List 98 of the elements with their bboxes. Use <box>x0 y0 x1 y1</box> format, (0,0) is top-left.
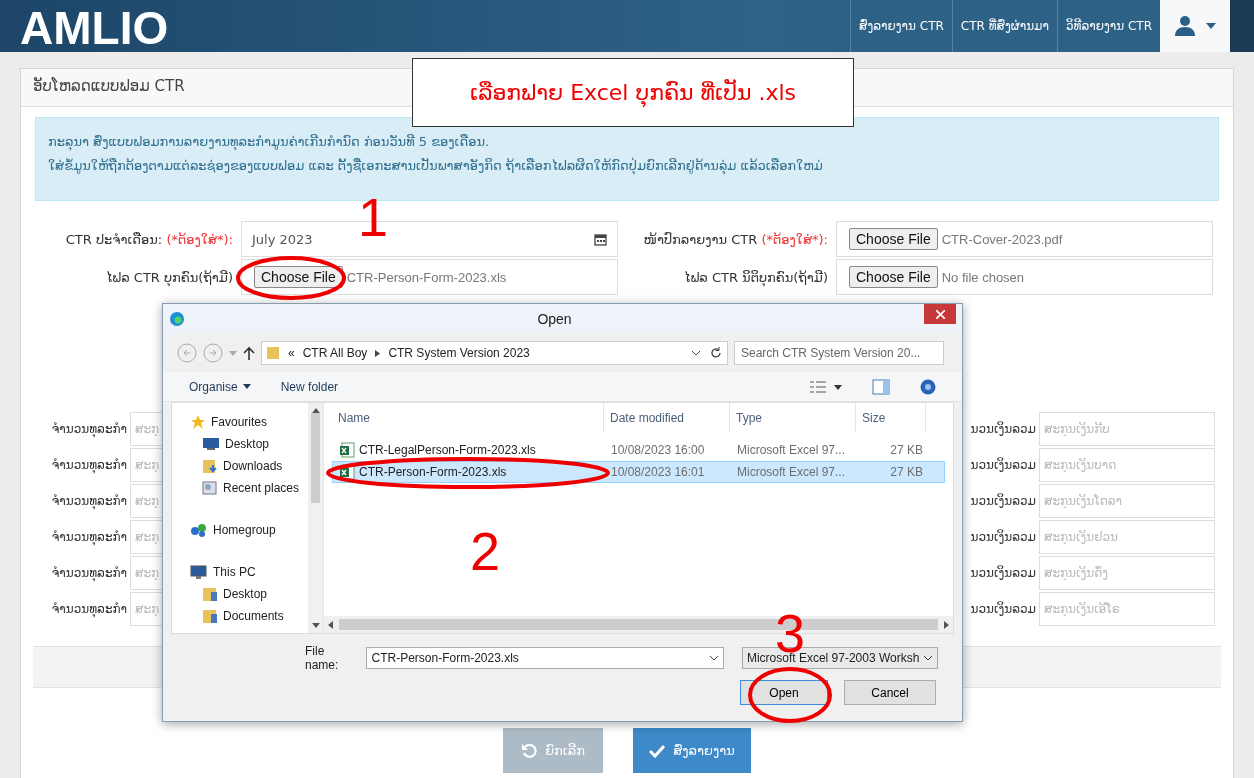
field-label: ໄຟລ CTR ບຸກຄົນ(ຖ້າມີ) <box>104 269 233 285</box>
chevron-down-icon <box>708 655 719 661</box>
file-row[interactable]: CTR-LegalPerson-Form-2023.xls 10/08/2023 16:00 Microsoft Excel 97... 27 KB <box>332 439 945 461</box>
chevron-down-icon <box>923 655 933 661</box>
nav-tree-item[interactable]: This PC <box>180 561 308 583</box>
vertical-scrollbar[interactable] <box>308 403 323 633</box>
search-field[interactable]: Search CTR System Version 20... <box>734 341 944 365</box>
file-name: CTR-Person-Form-2023.xls <box>346 269 507 285</box>
field-label: ນວນເງິນລວມ <box>969 529 1036 544</box>
size-cell-text: 27 KB <box>889 443 924 457</box>
choose-file-button[interactable]: Choose File <box>849 228 938 250</box>
cancel-button[interactable]: Cancel <box>844 680 936 705</box>
folder-icon <box>202 608 218 624</box>
breadcrumb-item[interactable]: CTR All Boy <box>302 346 368 360</box>
chevron-down-icon[interactable] <box>691 350 701 356</box>
field-label: CTR ປະຈຳເດືອນ: (*ຕ້ອງໃສ່*): <box>64 231 233 247</box>
nav-tree-item[interactable]: Desktop <box>180 583 308 605</box>
submit-button[interactable]: ສົ່ງລາຍງານ <box>633 728 751 773</box>
dialog-title: Open <box>536 311 573 327</box>
new-folder-button[interactable]: New folder <box>280 379 339 394</box>
download-folder-icon <box>202 458 218 474</box>
nav-tree-item[interactable]: Desktop <box>180 433 308 455</box>
type-cell-text: Microsoft Excel 97... <box>736 465 847 479</box>
info-text: ກະລຸນາ ສົ່ງແບບຟອມການລາຍງານທຸລະກຳມູນຄ່າເກີນກຳນົດ ກ່ອນວັນທີ 5 ຂອງເດືອນ. <box>48 133 491 153</box>
nav-tree-item[interactable]: Homegroup <box>180 519 308 541</box>
date-cell-text: 10/08/2023 16:00 <box>610 443 706 457</box>
header-end-bar <box>1230 0 1254 52</box>
file-row[interactable]: CTR-Person-Form-2023.xls 10/08/2023 16:01 Microsoft Excel 97... 27 KB <box>332 461 945 483</box>
caret-icon <box>1206 23 1216 29</box>
nav-link[interactable]: ວິທີລາຍງານ CTR <box>1057 0 1160 52</box>
logo: AMLIO <box>19 1 170 52</box>
field-label: ຈຳນວນທຸລະກຳ <box>50 421 127 436</box>
field-label: ຈຳນວນທຸລະກຳ <box>50 493 127 508</box>
nav-tree-item[interactable]: Documents <box>180 605 308 627</box>
nav-tree-item[interactable]: Recent places <box>180 477 308 499</box>
computer-icon <box>190 564 208 580</box>
field-label: ນວນເງິນລວມ <box>969 565 1036 580</box>
refresh-icon[interactable] <box>709 346 723 360</box>
size-cell-text: 27 KB <box>889 465 924 479</box>
breadcrumb-item[interactable]: « <box>288 346 295 360</box>
field-label: ຈຳນວນທຸລະກຳ <box>50 457 127 472</box>
instruction-callout: ເລືອກຟາຍ Excel ບຸກຄົນ ທີ່ເປັນ .xls <box>412 58 854 127</box>
type-cell-text: Microsoft Excel 97... <box>736 443 847 457</box>
field-label: ໜ້າປົກລາຍງານ CTR (*ຕ້ອງໃສ່*): <box>642 231 828 247</box>
nav-tree-item[interactable]: Downloads <box>180 455 308 477</box>
organise-button[interactable]: Organise <box>189 379 251 394</box>
file-name: No file chosen <box>941 269 1025 285</box>
step-number: 2 <box>470 524 501 578</box>
field-label: ຈຳນວນທຸລະກຳ <box>50 529 127 544</box>
star-icon <box>190 414 206 430</box>
scroll-thumb[interactable] <box>311 413 320 503</box>
caret-icon <box>242 384 251 389</box>
column-header[interactable]: Name <box>332 403 604 433</box>
file-name: CTR-Person-Form-2023.xls <box>359 465 507 479</box>
choose-file-button[interactable]: Choose File <box>849 266 938 288</box>
close-button[interactable] <box>924 304 956 324</box>
open-button[interactable]: Open <box>740 680 828 705</box>
up-arrow-icon[interactable] <box>243 346 255 360</box>
scroll-left-icon[interactable] <box>328 620 333 629</box>
file-name-field[interactable]: CTR-Person-Form-2023.xls <box>366 647 724 669</box>
undo-icon <box>521 742 538 759</box>
field-label: ໄຟລ CTR ນິຕິບຸກຄົນ(ຖ້າມີ) <box>683 269 828 285</box>
field-label: ນວນເງິນລວມ <box>969 421 1036 436</box>
scroll-right-icon[interactable] <box>944 620 949 629</box>
column-header[interactable]: Date modified <box>604 403 730 433</box>
user-menu-button[interactable] <box>1160 0 1230 52</box>
folder-icon <box>202 586 218 602</box>
nav-link[interactable]: CTR ທີ່ສົ່ງຜ່ານມາ <box>951 0 1057 52</box>
choose-file-button[interactable]: Choose File <box>254 266 343 288</box>
file-name: CTR-Cover-2023.pdf <box>941 231 1063 247</box>
field-label: ນວນເງິນລວມ <box>969 493 1036 508</box>
column-header[interactable]: Type <box>730 403 856 433</box>
address-bar[interactable]: « CTR All Boy CTR System Version 2023 <box>261 341 728 365</box>
calendar-icon <box>594 232 607 246</box>
user-icon <box>1174 15 1196 37</box>
field-label: ຈຳນວນທຸລະກຳ <box>50 565 127 580</box>
field-label: ຈຳນວນທຸລະກຳ <box>50 601 127 616</box>
browser-logo-icon <box>169 311 185 327</box>
date-cell-text: 10/08/2023 16:01 <box>610 465 706 479</box>
nav-tree-item[interactable]: Favourites <box>180 411 308 433</box>
recent-places-icon <box>202 480 218 496</box>
column-header[interactable]: Size <box>856 403 926 433</box>
homegroup-icon <box>190 522 208 538</box>
view-options-icon[interactable] <box>810 379 842 394</box>
folder-icon <box>266 346 280 360</box>
breadcrumb-item[interactable]: CTR System Version 2023 <box>388 346 530 360</box>
info-text: ໃສ່ຂໍ້ມູນໃຫ້ຖືກຕ້ອງຕາມແຕ່ລະຊ່ອງຂອງແບບຟອມ ແລະ ຕັ້ງຊື່ເອກະສານເປັນພາສາອັງກິດ ຖ້າເລືອກໄຟລຜິດໃຫ້ກົດປຸ່ມຍົກເລີກຢູ່ດ້ານລຸ່ມ ແລ້ວເລືອກໃຫມ່ <box>48 156 824 177</box>
scroll-down-icon[interactable] <box>311 623 320 628</box>
field-label: ນວນເງິນລວມ <box>969 457 1036 472</box>
field-label: ນວນເງິນລວມ <box>969 601 1036 616</box>
chevron-right-icon <box>375 349 381 357</box>
file-name-label: File name: <box>305 644 340 672</box>
monitor-icon <box>202 437 220 451</box>
spreadsheet-file-icon <box>339 442 355 458</box>
file-name: CTR-LegalPerson-Form-2023.xls <box>359 443 536 457</box>
check-icon <box>649 743 666 758</box>
help-icon[interactable] <box>920 378 936 395</box>
close-icon <box>935 309 945 319</box>
